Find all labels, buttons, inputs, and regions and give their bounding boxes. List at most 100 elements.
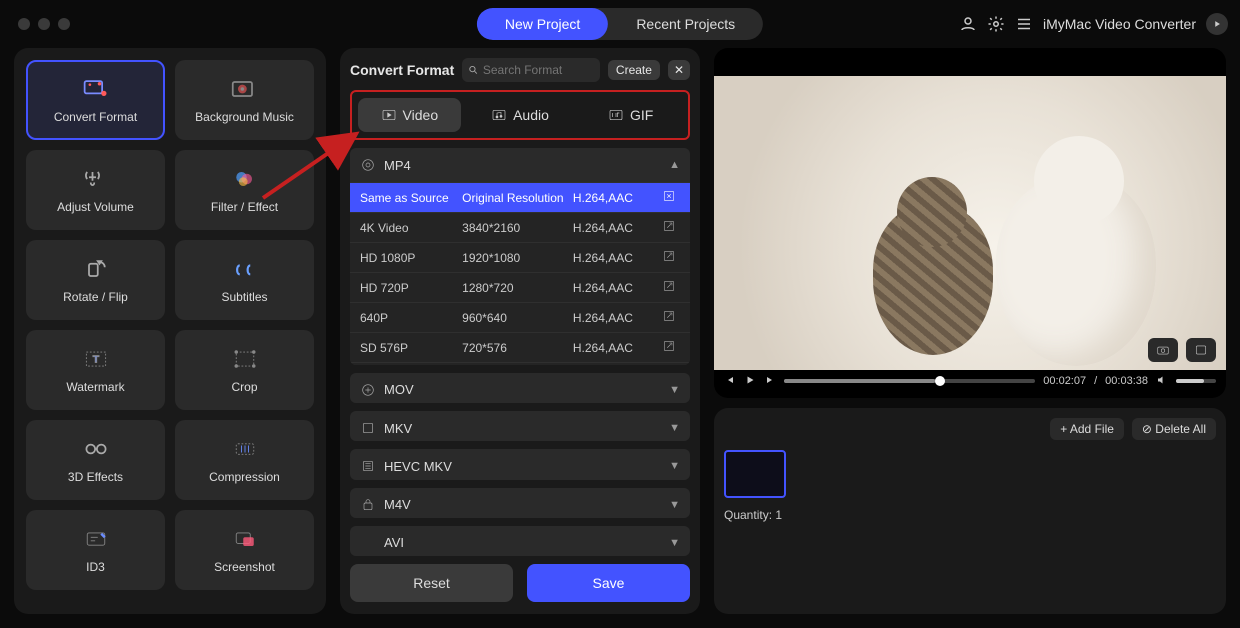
format-row[interactable]: 640P 960*640 H.264,AAC	[350, 302, 690, 332]
tool-adjust-volume[interactable]: Adjust Volume	[26, 150, 165, 230]
format-group-header[interactable]: HEVC MKV ▼	[350, 449, 690, 479]
format-row[interactable]: 4K Video 3840*2160 H.264,AAC	[350, 212, 690, 242]
chevron-up-icon: ▲	[669, 159, 680, 171]
volume-slider[interactable]	[1176, 379, 1216, 383]
gear-icon[interactable]	[987, 15, 1005, 33]
crop-icon	[229, 346, 261, 372]
play-button[interactable]	[744, 374, 756, 389]
reset-button[interactable]: Reset	[350, 564, 513, 602]
audio-icon	[491, 107, 507, 123]
row-resolution: 720*576	[462, 341, 573, 355]
user-icon[interactable]	[959, 15, 977, 33]
format-group-header[interactable]: MOV ▼	[350, 373, 690, 403]
file-quantity: Quantity: 1	[724, 508, 1216, 522]
volume-button[interactable]	[1156, 374, 1168, 389]
snapshot-button[interactable]	[1148, 338, 1178, 362]
tool-label: Compression	[209, 470, 280, 484]
create-button[interactable]: Create	[608, 60, 660, 80]
screenshot-icon	[229, 526, 261, 552]
subtitles-icon	[229, 256, 261, 282]
format-group-header[interactable]: MP4 ▲	[350, 148, 690, 182]
tool-label: Screenshot	[214, 560, 275, 574]
edit-icon[interactable]	[658, 219, 680, 236]
tool-subtitles[interactable]: Subtitles	[175, 240, 314, 320]
tool-watermark[interactable]: T Watermark	[26, 330, 165, 410]
format-group-mkv: MKV ▼	[350, 411, 690, 441]
edit-icon[interactable]	[658, 189, 680, 206]
format-tab-audio[interactable]: Audio	[469, 98, 572, 132]
edit-icon[interactable]	[658, 249, 680, 266]
delete-all-button[interactable]: ⊘ Delete All	[1132, 418, 1216, 440]
window-min-dot[interactable]	[38, 18, 50, 30]
row-name: HD 1080P	[360, 251, 462, 265]
row-codec: H.264,AAC	[573, 251, 658, 265]
tool-compression[interactable]: Compression	[175, 420, 314, 500]
tool-label: Convert Format	[54, 110, 137, 124]
preview-content	[996, 176, 1156, 366]
format-row[interactable]: Same as Source Original Resolution H.264…	[350, 182, 690, 212]
convert-panel: Convert Format Create ✕ Video Audio GIF	[340, 48, 700, 614]
format-tab-video[interactable]: Video	[358, 98, 461, 132]
chevron-down-icon: ▼	[669, 499, 680, 511]
file-thumbnail[interactable]	[724, 450, 786, 498]
next-button[interactable]	[764, 374, 776, 389]
add-file-button[interactable]: + Add File	[1050, 418, 1124, 440]
tab-new-project[interactable]: New Project	[477, 8, 608, 40]
save-button[interactable]: Save	[527, 564, 690, 602]
fullscreen-button[interactable]	[1186, 338, 1216, 362]
tool-label: Filter / Effect	[211, 200, 278, 214]
row-resolution: 3840*2160	[462, 221, 573, 235]
window-controls[interactable]	[18, 18, 70, 30]
chevron-down-icon: ▼	[669, 384, 680, 396]
seek-bar[interactable]	[784, 379, 1035, 383]
format-group-label: MKV	[384, 421, 412, 436]
edit-icon[interactable]	[658, 339, 680, 356]
format-group-header[interactable]: AVI ▼	[350, 526, 690, 556]
preview-content	[873, 205, 993, 355]
player-controls: 00:02:07 / 00:03:38	[724, 370, 1216, 392]
prev-button[interactable]	[724, 374, 736, 389]
time-current: 00:02:07	[1043, 375, 1086, 387]
row-name: HD 720P	[360, 281, 462, 295]
format-row[interactable]: HD 1080P 1920*1080 H.264,AAC	[350, 242, 690, 272]
format-group-avi: AVI ▼	[350, 526, 690, 556]
chevron-down-icon: ▼	[669, 537, 680, 549]
tool-label: Background Music	[195, 110, 294, 124]
tool-crop[interactable]: Crop	[175, 330, 314, 410]
window-close-dot[interactable]	[18, 18, 30, 30]
format-tab-gif[interactable]: GIF	[579, 98, 682, 132]
format-group-header[interactable]: M4V ▼	[350, 488, 690, 518]
tool-filter-effect[interactable]: Filter / Effect	[175, 150, 314, 230]
format-group-header[interactable]: MKV ▼	[350, 411, 690, 441]
tool-convert-format[interactable]: Convert Format	[26, 60, 165, 140]
edit-icon[interactable]	[658, 309, 680, 326]
tool-id3[interactable]: ID3	[26, 510, 165, 590]
search-format[interactable]	[462, 58, 600, 82]
format-group-label: M4V	[384, 497, 411, 512]
window-max-dot[interactable]	[58, 18, 70, 30]
rotate-flip-icon	[80, 256, 112, 282]
menu-icon[interactable]	[1015, 15, 1033, 33]
format-group-label: MP4	[384, 158, 411, 173]
format-row[interactable]: SD 480P 640*480 H.264,AAC	[350, 362, 690, 365]
tool-rotate-flip[interactable]: Rotate / Flip	[26, 240, 165, 320]
format-rows: Same as Source Original Resolution H.264…	[350, 182, 690, 365]
row-resolution: 1920*1080	[462, 251, 573, 265]
tool-label: 3D Effects	[68, 470, 123, 484]
filter-effect-icon	[229, 166, 261, 192]
tool-background-music[interactable]: Background Music	[175, 60, 314, 140]
tool-3d-effects[interactable]: 3D Effects	[26, 420, 165, 500]
chevron-down-icon: ▼	[669, 422, 680, 434]
tool-screenshot[interactable]: Screenshot	[175, 510, 314, 590]
format-tab-label: Audio	[513, 107, 549, 123]
time-total: 00:03:38	[1105, 375, 1148, 387]
tab-recent-projects[interactable]: Recent Projects	[608, 8, 763, 40]
format-icon	[360, 157, 376, 173]
search-input[interactable]	[483, 63, 594, 77]
close-panel-button[interactable]: ✕	[668, 60, 690, 80]
edit-icon[interactable]	[658, 279, 680, 296]
quantity-label: Quantity:	[724, 508, 775, 522]
format-row[interactable]: SD 576P 720*576 H.264,AAC	[350, 332, 690, 362]
format-row[interactable]: HD 720P 1280*720 H.264,AAC	[350, 272, 690, 302]
row-codec: H.264,AAC	[573, 281, 658, 295]
